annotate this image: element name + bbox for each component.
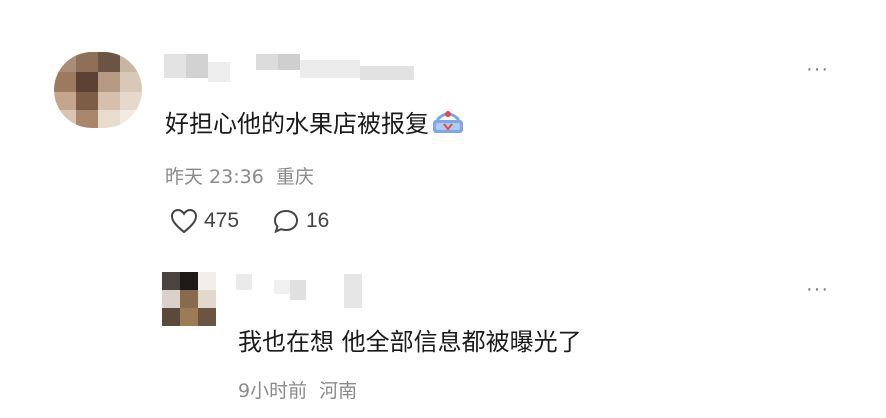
avatar[interactable]: [54, 52, 142, 128]
like-count: 475: [204, 209, 240, 232]
comment-text-content: 好担心他的水果店被报复: [165, 110, 429, 138]
reply-text: 我也在想 他全部信息都被曝光了: [238, 328, 582, 356]
reply-time: 9小时前: [238, 380, 308, 402]
username-blurred[interactable]: [236, 272, 386, 312]
more-options-icon[interactable]: ···: [806, 58, 829, 81]
like-button[interactable]: 475: [170, 208, 239, 234]
comment-meta: 昨天 23:36 重庆: [165, 162, 314, 189]
avatar[interactable]: [162, 272, 216, 326]
reply-meta: 9小时前 河南: [238, 376, 357, 403]
comment-location: 重庆: [275, 166, 314, 188]
comment-text: 好担心他的水果店被报复: [165, 104, 465, 142]
celebration-emoji-icon: [431, 106, 465, 142]
username-blurred[interactable]: [164, 54, 424, 84]
comment-time: 昨天 23:36: [165, 166, 264, 188]
heart-icon: [170, 208, 198, 234]
reply-button[interactable]: 16: [272, 208, 329, 234]
reply-location: 河南: [319, 380, 358, 402]
more-options-icon[interactable]: ···: [806, 278, 829, 301]
reply-count: 16: [306, 209, 330, 232]
comment-bubble-icon: [273, 209, 299, 234]
